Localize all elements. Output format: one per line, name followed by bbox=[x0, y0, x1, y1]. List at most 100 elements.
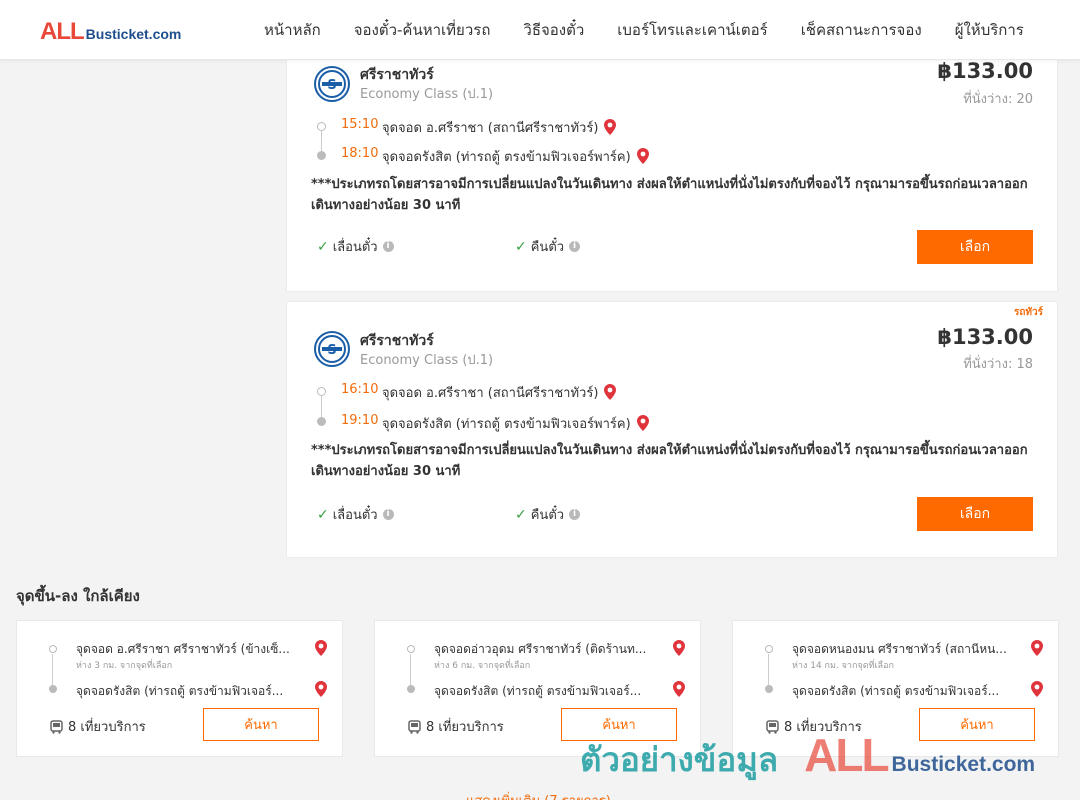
from-dot bbox=[49, 645, 57, 653]
feature-change-ticket: ✓ เลื่อนตั๋ว i bbox=[317, 236, 394, 257]
select-trip-button[interactable]: เลือก bbox=[917, 230, 1033, 264]
nearby-distance: ห่าง 14 กม. จากจุดที่เลือก bbox=[792, 661, 894, 671]
map-pin-icon[interactable] bbox=[673, 640, 685, 660]
timeline-line bbox=[410, 654, 411, 685]
info-icon[interactable]: i bbox=[382, 509, 394, 520]
trip-count-label: 8 เที่ยวบริการ bbox=[426, 720, 504, 735]
nearby-distance: ห่าง 3 กม. จากจุดที่เลือก bbox=[76, 661, 173, 671]
info-icon[interactable]: i bbox=[382, 241, 394, 252]
site-logo[interactable]: ALL Busticket.com bbox=[40, 18, 181, 46]
departure-stop: จุดจอด อ.ศรีราชา (สถานีศรีราชาทัวร์) bbox=[382, 117, 617, 139]
nearby-stop-card: จุดจอดอ่าวอุดม ศรีราชาทัวร์ (ติดร้านท...… bbox=[374, 620, 701, 757]
nearby-trip-count: 8 เที่ยวบริการ bbox=[50, 716, 146, 737]
trip-notice: ***ประเภทรถโดยสารอาจมีการเปลี่ยนแปลงในวั… bbox=[311, 443, 1028, 479]
departure-time: 15:10 bbox=[341, 117, 379, 132]
svg-text:S: S bbox=[327, 78, 336, 93]
timeline-line bbox=[52, 654, 53, 685]
arrival-stop-label: จุดจอดรังสิต (ท่ารถตู้ ตรงข้ามฟิวเจอร์พา… bbox=[382, 417, 631, 432]
nearby-to-stop: จุดจอดรังสิต (ท่ารถตู้ ตรงข้ามฟิวเจอร์..… bbox=[76, 684, 284, 698]
map-pin-icon[interactable] bbox=[636, 148, 649, 168]
nearby-to-stop: จุดจอดรังสิต (ท่ารถตู้ ตรงข้ามฟิวเจอร์..… bbox=[434, 684, 642, 698]
svg-text:S: S bbox=[327, 343, 336, 358]
map-pin-icon[interactable] bbox=[315, 681, 327, 701]
feature-refund-ticket: ✓ คืนตั๋ว i bbox=[515, 504, 581, 525]
trip-card: รถทัวร์ S ศรีราชาทัวร์ Economy Class (ป.… bbox=[286, 301, 1058, 558]
check-icon: ✓ bbox=[515, 506, 527, 523]
nearby-from-stop: จุดจอดอ่าวอุดม ศรีราชาทัวร์ (ติดร้านท... bbox=[434, 642, 647, 656]
timeline-line bbox=[768, 654, 769, 685]
company-logo: S bbox=[314, 331, 350, 367]
feature-change-ticket: ✓ เลื่อนตั๋ว i bbox=[317, 504, 394, 525]
map-pin-icon[interactable] bbox=[636, 415, 649, 435]
map-pin-icon[interactable] bbox=[604, 384, 617, 404]
trip-card: S ศรีราชาทัวร์ Economy Class (ป.1) ฿133.… bbox=[286, 40, 1058, 292]
site-header: ALL Busticket.com หน้าหลัก จองตั๋ว-ค้นหา… bbox=[0, 0, 1080, 60]
arrival-time: 18:10 bbox=[341, 146, 379, 161]
price: ฿133.00 bbox=[937, 59, 1033, 83]
nearby-from-stop: จุดจอดหนองมน ศรีราชาทัวร์ (สถานีหน... bbox=[792, 642, 1007, 656]
feature-refund-label: คืนตั๋ว bbox=[530, 508, 565, 523]
map-pin-icon[interactable] bbox=[1031, 640, 1043, 660]
map-pin-icon[interactable] bbox=[604, 119, 617, 139]
logo-all-text: ALL bbox=[40, 18, 85, 45]
main-nav: หน้าหลัก จองตั๋ว-ค้นหาเที่ยวรถ วิธีจองตั… bbox=[264, 0, 1057, 60]
feature-change-label: เลื่อนตั๋ว bbox=[332, 240, 378, 255]
bus-icon bbox=[408, 719, 421, 734]
tour-tag: รถทัวร์ bbox=[1013, 307, 1043, 318]
seats-available: ที่นั่งว่าง: 20 bbox=[963, 92, 1033, 107]
map-pin-icon[interactable] bbox=[1031, 681, 1043, 701]
info-icon[interactable]: i bbox=[569, 509, 581, 520]
select-trip-button[interactable]: เลือก bbox=[917, 497, 1033, 531]
arrival-stop: จุดจอดรังสิต (ท่ารถตู้ ตรงข้ามฟิวเจอร์พา… bbox=[382, 146, 649, 168]
price: ฿133.00 bbox=[937, 325, 1033, 349]
nearby-from-stop: จุดจอด อ.ศรีราชา ศรีราชาทัวร์ (ข้างเซ็..… bbox=[76, 642, 290, 656]
departure-dot bbox=[317, 387, 326, 396]
nearby-search-button[interactable]: ค้นหา bbox=[561, 708, 677, 741]
from-dot bbox=[765, 645, 773, 653]
arrival-stop-label: จุดจอดรังสิต (ท่ารถตู้ ตรงข้ามฟิวเจอร์พา… bbox=[382, 150, 631, 165]
feature-refund-ticket: ✓ คืนตั๋ว i bbox=[515, 236, 581, 257]
nearby-search-button[interactable]: ค้นหา bbox=[203, 708, 319, 741]
nearby-search-button[interactable]: ค้นหา bbox=[919, 708, 1035, 741]
from-dot bbox=[407, 645, 415, 653]
timeline-line bbox=[321, 131, 322, 151]
info-icon[interactable]: i bbox=[569, 241, 581, 252]
departure-stop-label: จุดจอด อ.ศรีราชา (สถานีศรีราชาทัวร์) bbox=[382, 121, 599, 136]
show-more-link[interactable]: แสดงเพิ่มเติม (7 รายการ) bbox=[466, 790, 611, 800]
nearby-to-stop: จุดจอดรังสิต (ท่ารถตู้ ตรงข้ามฟิวเจอร์..… bbox=[792, 684, 1000, 698]
nearby-section-title: จุดขึ้น-ลง ใกล้เคียง bbox=[16, 587, 140, 605]
nav-how-to-book[interactable]: วิธีจองตั๋ว bbox=[523, 18, 584, 42]
check-icon: ✓ bbox=[515, 238, 527, 255]
check-icon: ✓ bbox=[317, 238, 329, 255]
nearby-stop-card: จุดจอดหนองมน ศรีราชาทัวร์ (สถานีหน... ห่… bbox=[732, 620, 1059, 757]
bus-class: Economy Class (ป.1) bbox=[360, 353, 494, 368]
bus-icon bbox=[50, 719, 63, 734]
nearby-trip-count: 8 เที่ยวบริการ bbox=[766, 716, 862, 737]
to-dot bbox=[407, 685, 415, 693]
departure-stop: จุดจอด อ.ศรีราชา (สถานีศรีราชาทัวร์) bbox=[382, 382, 617, 404]
feature-refund-label: คืนตั๋ว bbox=[530, 240, 565, 255]
trip-notice: ***ประเภทรถโดยสารอาจมีการเปลี่ยนแปลงในวั… bbox=[311, 177, 1028, 213]
feature-change-label: เลื่อนตั๋ว bbox=[332, 508, 378, 523]
arrival-dot bbox=[317, 151, 326, 160]
nearby-stop-card: จุดจอด อ.ศรีราชา ศรีราชาทัวร์ (ข้างเซ็..… bbox=[16, 620, 343, 757]
map-pin-icon[interactable] bbox=[315, 640, 327, 660]
logo-domain-text: Busticket.com bbox=[85, 26, 182, 42]
trip-count-label: 8 เที่ยวบริการ bbox=[68, 720, 146, 735]
map-pin-icon[interactable] bbox=[673, 681, 685, 701]
nav-home[interactable]: หน้าหลัก bbox=[264, 18, 321, 42]
departure-stop-label: จุดจอด อ.ศรีราชา (สถานีศรีราชาทัวร์) bbox=[382, 386, 599, 401]
check-icon: ✓ bbox=[317, 506, 329, 523]
bus-class: Economy Class (ป.1) bbox=[360, 87, 494, 102]
trip-count-label: 8 เที่ยวบริการ bbox=[784, 720, 862, 735]
nav-book-search[interactable]: จองตั๋ว-ค้นหาเที่ยวรถ bbox=[354, 18, 491, 42]
nav-contacts[interactable]: เบอร์โทรและเคาน์เตอร์ bbox=[617, 18, 767, 42]
nearby-trip-count: 8 เที่ยวบริการ bbox=[408, 716, 504, 737]
arrival-dot bbox=[317, 417, 326, 426]
departure-dot bbox=[317, 122, 326, 131]
nav-check-status[interactable]: เช็คสถานะการจอง bbox=[801, 18, 922, 42]
arrival-time: 19:10 bbox=[341, 413, 379, 428]
nav-operators[interactable]: ผู้ให้บริการ bbox=[955, 18, 1024, 42]
to-dot bbox=[49, 685, 57, 693]
arrival-stop: จุดจอดรังสิต (ท่ารถตู้ ตรงข้ามฟิวเจอร์พา… bbox=[382, 413, 649, 435]
